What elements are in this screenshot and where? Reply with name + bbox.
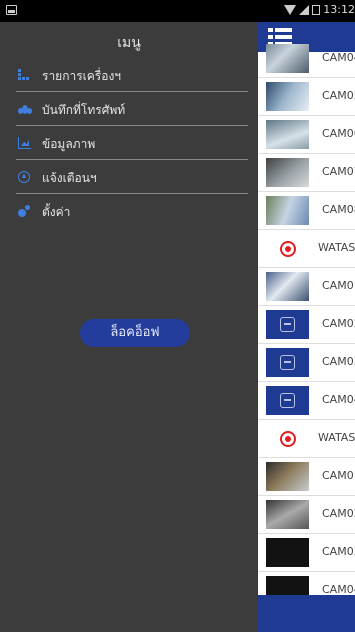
- signal-icon: [299, 4, 310, 15]
- menu-item-label: รายการเครื่องฯ: [42, 69, 122, 83]
- camera-list: CAM04 CAM05 CAM06 CAM07 CAM08 WATAS CAM01 CAM02…: [258, 40, 355, 610]
- camera-thumbnail: [266, 500, 309, 529]
- device-list-icon: [18, 69, 31, 81]
- camera-label: CAM02: [322, 317, 355, 330]
- menu-item-label: ตั้งค่า: [42, 205, 71, 219]
- camera-list-item[interactable]: CAM01: [258, 458, 355, 496]
- camera-thumbnail: [266, 158, 309, 187]
- camera-placeholder-icon: [266, 310, 309, 339]
- camera-label: CAM08: [322, 203, 355, 216]
- camera-list-item[interactable]: CAM06: [258, 116, 355, 154]
- menu-item-label: ข้อมูลภาพ: [42, 137, 96, 151]
- record-icon: [280, 241, 296, 257]
- camera-list-item[interactable]: CAM04: [258, 40, 355, 78]
- status-bar: 13:12: [0, 0, 355, 22]
- camera-label: CAM07: [322, 165, 355, 178]
- camera-label: CAM01: [322, 469, 355, 482]
- camera-label: CAM02: [322, 507, 355, 520]
- camera-thumbnail: [266, 120, 309, 149]
- camera-list-item[interactable]: CAM07: [258, 154, 355, 192]
- menu-item-phone-recording[interactable]: บันทึกที่โทรศัพท์: [16, 92, 248, 126]
- camera-list-item[interactable]: CAM05: [258, 78, 355, 116]
- camera-label: CAM05: [322, 89, 355, 102]
- sim-icon: [312, 4, 321, 15]
- camera-label: CAM06: [322, 127, 355, 140]
- camera-thumbnail: [266, 462, 309, 491]
- camera-placeholder-icon: [266, 386, 309, 415]
- menu-item-image-data[interactable]: ข้อมูลภาพ: [16, 126, 248, 160]
- camera-list-screen: CAM04 CAM05 CAM06 CAM07 CAM08 WATAS CAM01 CAM02…: [258, 22, 355, 632]
- camera-list-item[interactable]: WATAS: [258, 420, 355, 458]
- status-icons: 13:12: [284, 3, 355, 16]
- camera-thumbnail: [266, 44, 309, 73]
- camera-label: CAM01: [322, 279, 355, 292]
- app-footer-bar: [258, 595, 355, 632]
- menu-item-label: แจ้งเตือนฯ: [42, 171, 97, 185]
- camera-label: CAM04: [322, 393, 355, 406]
- camera-label: CAM03: [322, 355, 355, 368]
- status-time: 13:12: [323, 3, 355, 16]
- camera-list-item[interactable]: CAM01: [258, 268, 355, 306]
- camera-label: CAM03: [322, 545, 355, 558]
- camera-list-item[interactable]: CAM08: [258, 192, 355, 230]
- camera-thumbnail: [266, 272, 309, 301]
- navigation-drawer: เมนู รายการเครื่องฯ บันทึกที่โทรศัพท์ ข้…: [0, 22, 258, 632]
- phone-recording-icon: [18, 103, 32, 115]
- settings-icon: [18, 205, 31, 217]
- wifi-icon: [284, 4, 297, 15]
- camera-list-item[interactable]: CAM04: [258, 382, 355, 420]
- menu-item-alerts[interactable]: แจ้งเตือนฯ: [16, 160, 248, 194]
- camera-label: WATAS: [318, 431, 355, 444]
- menu-item-label: บันทึกที่โทรศัพท์: [42, 103, 126, 117]
- camera-placeholder-icon: [266, 348, 309, 377]
- camera-list-item[interactable]: CAM03: [258, 344, 355, 382]
- camera-list-item[interactable]: CAM02: [258, 306, 355, 344]
- menu-item-settings[interactable]: ตั้งค่า: [16, 194, 248, 228]
- camera-label: WATAS: [318, 241, 355, 254]
- drawer-menu: รายการเครื่องฯ บันทึกที่โทรศัพท์ ข้อมูลภ…: [0, 58, 258, 228]
- camera-list-item[interactable]: CAM03: [258, 534, 355, 572]
- image-data-icon: [18, 137, 31, 149]
- record-icon: [280, 431, 296, 447]
- drawer-title: เมนู: [117, 35, 141, 51]
- logout-button[interactable]: ล็อคอ็อฟ: [80, 319, 190, 347]
- camera-thumbnail: [266, 82, 309, 111]
- menu-item-device-list[interactable]: รายการเครื่องฯ: [16, 58, 248, 92]
- camera-thumbnail: [266, 196, 309, 225]
- camera-list-item[interactable]: WATAS: [258, 230, 355, 268]
- camera-label: CAM04: [322, 51, 355, 64]
- alert-icon: [18, 171, 30, 183]
- screenshot-notification-icon: [6, 5, 17, 15]
- camera-thumbnail: [266, 538, 309, 567]
- camera-list-item[interactable]: CAM02: [258, 496, 355, 534]
